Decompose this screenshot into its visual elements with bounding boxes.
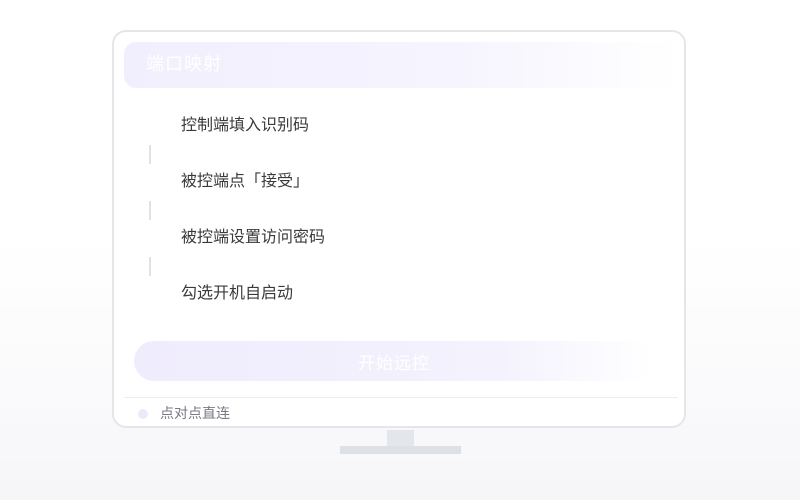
footer-label: 点对点直连 bbox=[160, 406, 230, 422]
monitor-stand-neck bbox=[387, 430, 414, 447]
header-bar: 端口映射 bbox=[124, 42, 678, 88]
footer-divider bbox=[124, 397, 678, 398]
step-connector bbox=[149, 257, 151, 276]
monitor-frame: 端口映射 控制端填入识别码 被控端点「接受」 被控端设置访问密码 勾选开机自启动… bbox=[112, 30, 686, 428]
step-set-password: 被控端设置访问密码 bbox=[181, 227, 326, 246]
header-title: 端口映射 bbox=[146, 54, 222, 75]
step-connector bbox=[149, 201, 151, 220]
step-autostart: 勾选开机自启动 bbox=[181, 283, 294, 302]
step-connector bbox=[149, 145, 151, 164]
status-dot-icon bbox=[138, 409, 148, 419]
step-accept: 被控端点「接受」 bbox=[181, 171, 310, 190]
monitor-stand-base bbox=[340, 446, 461, 454]
step-enter-code: 控制端填入识别码 bbox=[181, 115, 310, 134]
start-remote-button[interactable]: 开始远控 bbox=[134, 341, 654, 381]
